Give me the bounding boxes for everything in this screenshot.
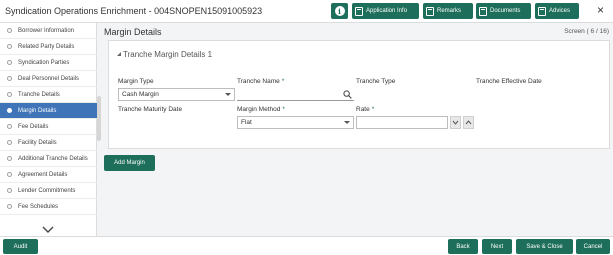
sidebar-nav: Borrower Information Related Party Detai… <box>0 23 97 236</box>
rate-label-text: Rate <box>356 106 370 113</box>
rate-decrement-button[interactable] <box>450 116 461 129</box>
sidebar-item-label: Facility Details <box>18 139 57 146</box>
dropdown-caret-icon <box>225 93 231 96</box>
sidebar-item-label: Fee Schedules <box>18 203 59 210</box>
required-marker: * <box>282 106 285 113</box>
sidebar-item-label: Additional Tranche Details <box>18 155 88 162</box>
close-icon[interactable]: × <box>597 4 604 16</box>
documents-button[interactable]: Documents <box>476 3 531 19</box>
remarks-icon <box>426 6 434 16</box>
step-dot-icon <box>7 156 12 161</box>
advices-label: Advices <box>549 8 571 14</box>
step-dot-icon <box>7 108 12 113</box>
sidebar-item-label: Borrower Information <box>18 27 75 34</box>
sidebar-item-additional-tranche-details[interactable]: Additional Tranche Details <box>0 151 97 167</box>
sidebar-item-lender-commitments[interactable]: Lender Commitments <box>0 183 97 199</box>
tranche-name-input[interactable] <box>237 88 354 101</box>
required-marker: * <box>371 106 375 113</box>
screen-indicator: Screen ( 6 / 16) <box>564 28 609 35</box>
step-dot-icon <box>7 60 12 65</box>
step-dot-icon <box>7 76 12 81</box>
sidebar-item-tranche-details[interactable]: Tranche Details <box>0 87 97 103</box>
margin-method-value: Flat <box>241 119 252 126</box>
page-title: Margin Details <box>104 27 162 37</box>
sidebar-item-deal-personnel-details[interactable]: Deal Personnel Details <box>0 71 97 87</box>
app-title: Syndication Operations Enrichment - 004S… <box>5 6 263 16</box>
sidebar-item-syndication-parties[interactable]: Syndication Parties <box>0 55 97 71</box>
save-close-button[interactable]: Save & Close <box>516 239 573 254</box>
step-dot-icon <box>7 28 12 33</box>
sidebar-item-label: Tranche Details <box>18 91 60 98</box>
add-margin-button[interactable]: Add Margin <box>104 155 155 171</box>
sidebar-item-related-party-details[interactable]: Related Party Details <box>0 39 97 55</box>
remarks-button[interactable]: Remarks <box>423 3 473 19</box>
chevron-up-icon <box>465 120 472 125</box>
tranche-name-label: Tranche Name * <box>237 78 284 85</box>
chevron-down-icon[interactable] <box>42 226 54 233</box>
margin-type-select[interactable]: Cash Margin <box>118 88 235 101</box>
application-info-button[interactable]: Application Info <box>352 3 419 19</box>
info-icon: i <box>334 6 345 16</box>
margin-method-label-text: Margin Method <box>237 106 281 113</box>
rate-label: Rate * <box>356 106 374 113</box>
sidebar-item-facility-details[interactable]: Facility Details <box>0 135 97 151</box>
search-icon[interactable] <box>343 90 352 99</box>
step-dot-icon <box>7 124 12 129</box>
rate-increment-button[interactable] <box>463 116 474 129</box>
sidebar-item-fee-schedules[interactable]: Fee Schedules <box>0 199 97 215</box>
application-info-label: Application Info <box>366 8 408 14</box>
chevron-down-icon <box>452 120 459 125</box>
step-dot-icon <box>7 172 12 177</box>
audit-button[interactable]: Audit <box>3 239 38 254</box>
dropdown-caret-icon <box>344 121 350 124</box>
margin-type-label: Margin Type <box>118 78 154 85</box>
section-title: Tranche Margin Details 1 <box>123 50 213 59</box>
sidebar-item-label: Margin Details <box>18 107 57 114</box>
step-dot-icon <box>7 44 12 49</box>
sidebar-item-label: Fee Details <box>18 123 49 130</box>
remarks-label: Remarks <box>437 8 462 14</box>
advices-button[interactable]: Advices <box>535 3 579 19</box>
step-dot-icon <box>7 92 12 97</box>
sidebar-item-fee-details[interactable]: Fee Details <box>0 119 97 135</box>
documents-icon <box>479 6 487 16</box>
sidebar-item-label: Syndication Parties <box>18 59 70 66</box>
step-dot-icon <box>7 204 12 209</box>
required-marker: * <box>281 78 285 85</box>
margin-method-select[interactable]: Flat <box>237 116 354 129</box>
sidebar-item-label: Deal Personnel Details <box>18 75 80 82</box>
next-button[interactable]: Next <box>482 239 512 254</box>
sidebar-item-label: Related Party Details <box>18 43 75 50</box>
tranche-type-label: Tranche Type <box>356 78 396 85</box>
collapse-triangle-icon[interactable] <box>117 52 121 56</box>
cancel-button[interactable]: Cancel <box>576 239 610 254</box>
sidebar-item-margin-details[interactable]: Margin Details <box>0 103 97 119</box>
advices-icon <box>538 6 546 16</box>
sidebar-item-borrower-information[interactable]: Borrower Information <box>0 23 97 39</box>
tranche-effective-date-label: Tranche Effective Date <box>476 78 542 85</box>
rate-input[interactable] <box>356 116 448 129</box>
step-dot-icon <box>7 140 12 145</box>
margin-type-value: Cash Margin <box>122 91 159 98</box>
sidebar-scrollbar[interactable] <box>97 96 101 141</box>
tranche-maturity-date-label: Tranche Maturity Date <box>118 106 183 113</box>
info-button[interactable]: i <box>331 3 348 19</box>
step-dot-icon <box>7 188 12 193</box>
sidebar-item-label: Lender Commitments <box>18 187 76 194</box>
margin-method-label: Margin Method * <box>237 106 285 113</box>
sidebar-item-agreement-details[interactable]: Agreement Details <box>0 167 97 183</box>
documents-label: Documents <box>490 8 521 14</box>
application-info-icon <box>355 6 363 16</box>
tranche-name-label-text: Tranche Name <box>237 78 280 85</box>
sidebar-item-label: Agreement Details <box>18 171 68 178</box>
back-button[interactable]: Back <box>448 239 478 254</box>
